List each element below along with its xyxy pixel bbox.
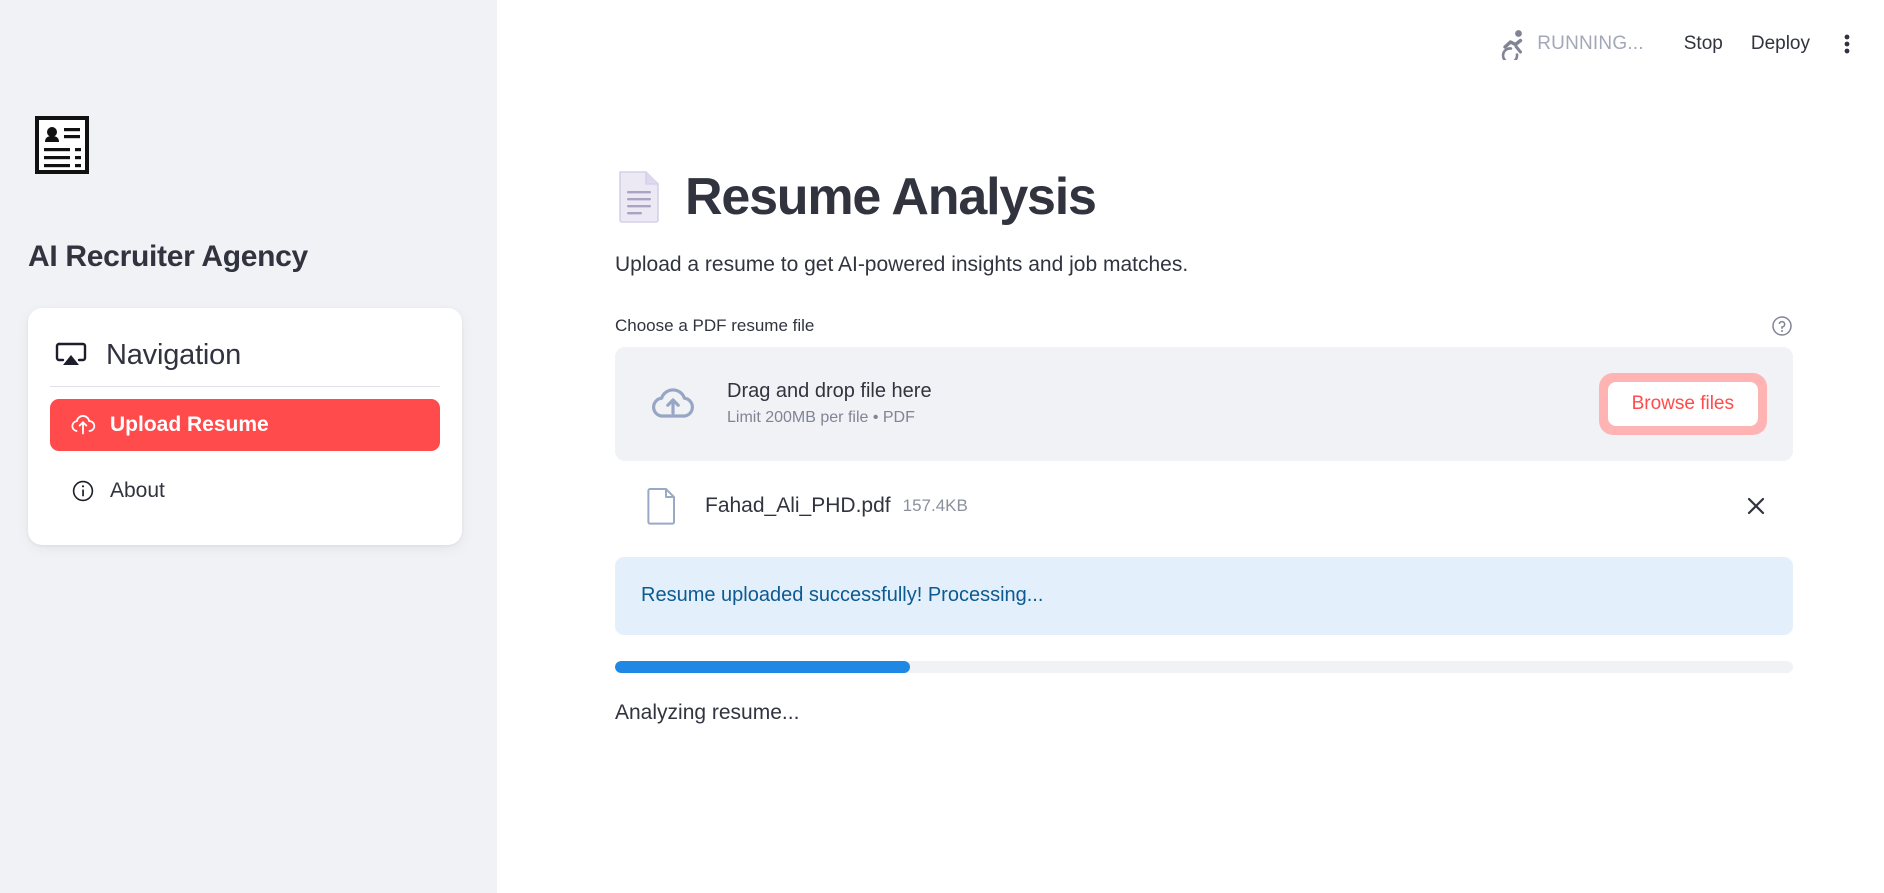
analysis-progress-bar [615,660,1793,673]
vertical-dots-icon[interactable] [1830,27,1864,61]
sidebar-item-label: About [110,479,165,502]
page-subtitle: Upload a resume to get AI-powered insigh… [615,252,1189,276]
cloud-upload-icon [70,412,96,438]
file-document-icon [645,487,679,525]
page-facing-up-emoji [615,170,663,224]
sidebar-item-label: Upload Resume [110,413,269,436]
app-root: AI Recruiter Agency Navigation Upload Re… [0,0,1884,893]
uploaded-file-row: Fahad_Ali_PHD.pdf 157.4KB [615,473,1793,539]
sidebar-item-upload-resume[interactable]: Upload Resume [50,399,440,451]
navigation-card: Navigation Upload Resume About [28,308,462,545]
dropzone-texts: Drag and drop file here Limit 200MB per … [727,380,932,427]
page-header: Resume Analysis [615,170,1793,225]
close-x-icon[interactable] [1741,491,1771,521]
dropzone-hint: Limit 200MB per file • PDF [727,409,915,427]
sidebar: AI Recruiter Agency Navigation Upload Re… [0,0,497,893]
deploy-button[interactable]: Deploy [1737,27,1824,61]
navigation-title: Navigation [106,338,242,371]
analysis-progress-fill [615,660,910,673]
navigation-header: Navigation [50,330,440,386]
app-topbar: RUNNING... Stop Deploy [1495,24,1864,64]
run-status-label: RUNNING... [1537,33,1644,54]
stop-button[interactable]: Stop [1670,27,1737,61]
airplay-screen-icon [54,338,88,372]
browse-files-button[interactable]: Browse files [1606,380,1759,427]
file-dropzone[interactable]: Drag and drop file here Limit 200MB per … [615,346,1793,461]
cloud-upload-icon [645,376,701,432]
sidebar-item-about[interactable]: About [50,465,440,517]
running-person-icon [1495,27,1529,61]
page-title: Resume Analysis [685,168,1097,226]
main-content: RUNNING... Stop Deploy Resume Analysis U… [497,0,1884,893]
question-circle-icon[interactable] [1771,315,1793,337]
upload-success-alert: Resume uploaded successfully! Processing… [615,556,1793,635]
analysis-status-text: Analyzing resume... [615,700,800,724]
app-title: AI Recruiter Agency [28,240,308,273]
navigation-divider [50,386,440,387]
browse-files-highlight: Browse files [1598,372,1767,435]
info-circle-icon [70,478,96,504]
uploader-field-label: Choose a PDF resume file [615,315,815,335]
dropzone-title: Drag and drop file here [727,380,932,403]
resume-card-icon [30,113,94,177]
resume-analysis-panel: Resume Analysis Upload a resume to get A… [615,170,1793,725]
alert-text: Resume uploaded successfully! Processing… [641,584,1044,607]
uploaded-file-name: Fahad_Ali_PHD.pdf [705,493,891,517]
uploaded-file-size: 157.4KB [902,495,968,515]
uploader-label-row: Choose a PDF resume file [615,315,1793,337]
